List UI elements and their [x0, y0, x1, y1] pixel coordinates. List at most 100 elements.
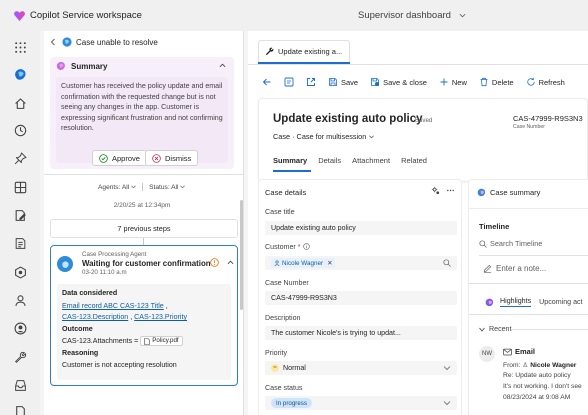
- email-label: Email: [515, 347, 536, 356]
- priority-field[interactable]: ≈ Normal: [265, 361, 457, 375]
- case-status-field[interactable]: In progress: [265, 396, 457, 410]
- email-sender[interactable]: Nicole Wagner: [530, 362, 576, 369]
- agents-filter-label: Agents: All: [98, 183, 130, 191]
- case-summary-header: Case summary: [477, 188, 540, 197]
- active-tab-indicator: [258, 62, 350, 64]
- timeline-search[interactable]: Search Timeline: [479, 239, 542, 248]
- list-document-icon[interactable]: [12, 235, 28, 251]
- app-title: Copilot Service workspace: [30, 10, 142, 21]
- copilot-sparkle-icon: [56, 61, 65, 70]
- attachment-chip[interactable]: Policy.pdf: [140, 336, 183, 347]
- customer-chip[interactable]: Nicole Wagner ✕: [271, 258, 336, 268]
- note-input[interactable]: Enter a note...: [483, 264, 546, 273]
- apps-grid-icon[interactable]: [12, 39, 28, 55]
- user-circle-icon[interactable]: [12, 320, 28, 336]
- pin-icon[interactable]: [12, 150, 28, 166]
- refresh-button[interactable]: Refresh: [526, 77, 565, 87]
- email-preview: It's not working. I don't see: [503, 383, 582, 390]
- priority-link[interactable]: CAS-123.Priority: [134, 313, 187, 321]
- email-from: From: ♙ Nicole Wagner: [503, 362, 577, 369]
- remove-icon[interactable]: ✕: [327, 260, 332, 267]
- home-icon[interactable]: [12, 95, 28, 111]
- save-close-button[interactable]: Save & close: [370, 77, 427, 87]
- summary-header[interactable]: Summary: [50, 57, 234, 75]
- tab-attachment[interactable]: Attachment: [352, 156, 390, 165]
- search-icon[interactable]: [443, 259, 451, 267]
- tab-related[interactable]: Related: [401, 156, 427, 165]
- copilot-logo-icon: [14, 10, 25, 21]
- command-bar: Save Save & close New Delete Refresh: [248, 71, 588, 93]
- panel-title: Case unable to resolve: [76, 37, 158, 47]
- timeline-search-placeholder: Search Timeline: [490, 239, 543, 248]
- save-close-label: Save & close: [383, 77, 427, 87]
- document-icon: [144, 337, 151, 345]
- refresh-icon: [526, 77, 535, 86]
- dashboard-selector[interactable]: Supervisor dashboard: [358, 10, 466, 21]
- copilot-icon[interactable]: [12, 66, 28, 82]
- agent-step-card[interactable]: Case Processing Agent Waiting for custom…: [50, 245, 238, 386]
- routing-icon[interactable]: [12, 264, 28, 280]
- divider: [479, 255, 588, 256]
- new-button[interactable]: New: [439, 77, 467, 87]
- chevron-up-icon[interactable]: [219, 63, 226, 68]
- chevron-up-icon[interactable]: [227, 260, 234, 265]
- outcome-label: Outcome: [62, 324, 93, 333]
- form-selector[interactable]: Case · Case for multisession: [273, 132, 375, 141]
- wrench-icon[interactable]: [12, 349, 28, 365]
- activity-timestamp: 2/20/25 at 12:34pm: [113, 202, 171, 209]
- chevron-down-icon: [369, 135, 375, 138]
- email-activity-title[interactable]: Email: [503, 347, 535, 356]
- agents-filter[interactable]: Agents: All: [98, 184, 136, 191]
- document-icon[interactable]: [12, 403, 28, 415]
- attachment-name: Policy.pdf: [152, 337, 179, 345]
- case-number-field[interactable]: CAS-47999-R9S3N3: [265, 291, 457, 305]
- description-link[interactable]: CAS-123.Description: [62, 313, 128, 321]
- approve-button[interactable]: Approve: [92, 150, 147, 166]
- status-filter[interactable]: Status: All: [149, 184, 186, 191]
- chevron-down-icon: [131, 185, 136, 189]
- person-icon[interactable]: [12, 292, 28, 308]
- delete-button[interactable]: Delete: [479, 77, 514, 87]
- inbox-icon[interactable]: [12, 377, 28, 393]
- left-panel-scrollbar[interactable]: [240, 200, 243, 310]
- pencil-icon: [483, 264, 492, 273]
- tab-highlights[interactable]: Highlights: [500, 297, 532, 307]
- description-field[interactable]: The customer Nicole's is trying to updat…: [265, 326, 457, 340]
- form-icon-button[interactable]: [284, 77, 294, 87]
- description-label: Description: [265, 314, 301, 322]
- recent-icon[interactable]: [12, 122, 28, 138]
- email-date: 08/23/2024 at 9:08 AM: [503, 394, 571, 401]
- tab-update-existing[interactable]: Update existing a...: [258, 40, 350, 62]
- more-options-icon[interactable]: [446, 186, 455, 195]
- data-considered-label: Data considered: [62, 289, 118, 297]
- dismiss-button[interactable]: Dismiss: [145, 150, 199, 166]
- warning-icon: [210, 258, 219, 267]
- priority-label: Priority: [265, 349, 288, 357]
- tab-summary[interactable]: Summary: [273, 156, 307, 165]
- form-icon: [284, 77, 294, 87]
- tab-details[interactable]: Details: [318, 156, 341, 165]
- customer-label: Customer *: [265, 243, 310, 251]
- email-record-link[interactable]: Email record ABC CAS-123 Title: [62, 302, 164, 310]
- case-title-field[interactable]: Update existing auto policy: [265, 221, 457, 235]
- divider: [44, 174, 243, 175]
- record-tabs: Summary Details Attachment Related: [273, 156, 438, 165]
- case-summary-label: Case summary: [490, 188, 541, 197]
- recent-section-toggle[interactable]: Recent: [479, 325, 511, 333]
- chevron-down-icon: [459, 13, 466, 18]
- priority-value: ≈ Normal: [271, 364, 306, 372]
- new-label: New: [451, 77, 467, 87]
- back-chevron-icon[interactable]: [50, 38, 56, 46]
- edit-document-icon[interactable]: [12, 207, 28, 223]
- record-form: Case for multisession: [296, 132, 367, 141]
- back-button[interactable]: [262, 77, 272, 87]
- layout-icon[interactable]: [12, 179, 28, 195]
- previous-steps-button[interactable]: 7 previous steps: [50, 219, 238, 238]
- priority-icon: ≈: [271, 364, 279, 372]
- customer-field[interactable]: Nicole Wagner ✕: [265, 256, 457, 270]
- tab-upcoming-activities[interactable]: Upcoming act: [539, 298, 582, 306]
- chevron-down-icon: [443, 401, 451, 406]
- open-new-window-button[interactable]: [306, 77, 316, 87]
- save-button[interactable]: Save: [328, 77, 358, 87]
- settings-icon[interactable]: [431, 186, 440, 195]
